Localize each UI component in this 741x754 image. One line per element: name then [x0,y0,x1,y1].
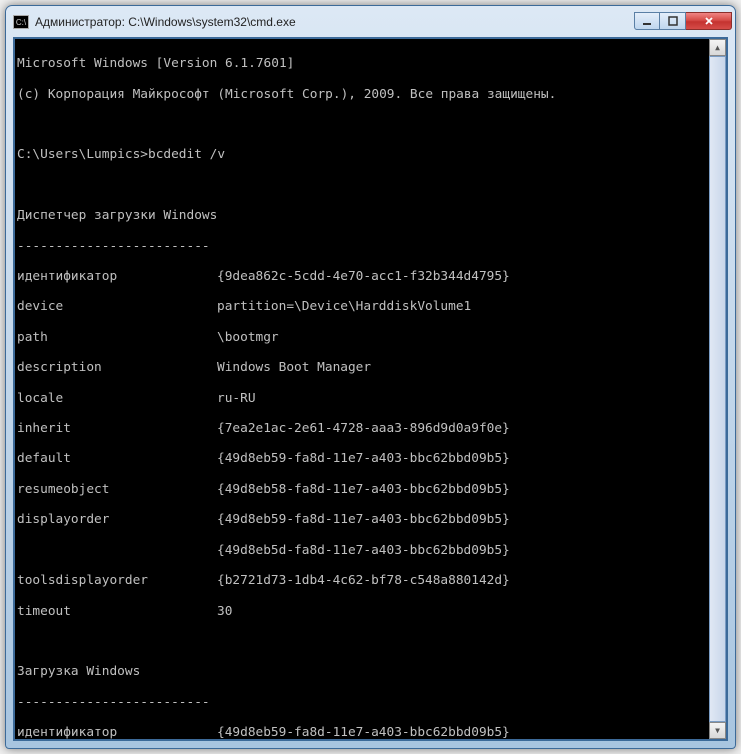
cmd-window: C:\ Администратор: C:\Windows\system32\c… [5,5,736,749]
window-controls [634,12,732,30]
window-title: Администратор: C:\Windows\system32\cmd.e… [35,15,628,29]
divider: ------------------------- [17,695,726,710]
scroll-thumb[interactable] [709,56,726,722]
maximize-button[interactable] [660,12,686,30]
scroll-down-button[interactable]: ▼ [709,722,726,739]
scrollbar[interactable]: ▲ ▼ [709,39,726,739]
close-button[interactable] [686,12,732,30]
section-title: Загрузка Windows [17,664,726,679]
minimize-button[interactable] [634,12,660,30]
titlebar[interactable]: C:\ Администратор: C:\Windows\system32\c… [7,7,734,37]
section-title: Диспетчер загрузки Windows [17,208,726,223]
copyright-line: (с) Корпорация Майкрософт (Microsoft Cor… [17,87,726,102]
prompt-line: C:\Users\Lumpics>bcdedit /v [17,147,726,162]
divider: ------------------------- [17,239,726,254]
cmd-icon: C:\ [13,15,29,29]
version-line: Microsoft Windows [Version 6.1.7601] [17,56,726,71]
console-output[interactable]: Microsoft Windows [Version 6.1.7601] (с)… [13,37,728,741]
scroll-up-button[interactable]: ▲ [709,39,726,56]
